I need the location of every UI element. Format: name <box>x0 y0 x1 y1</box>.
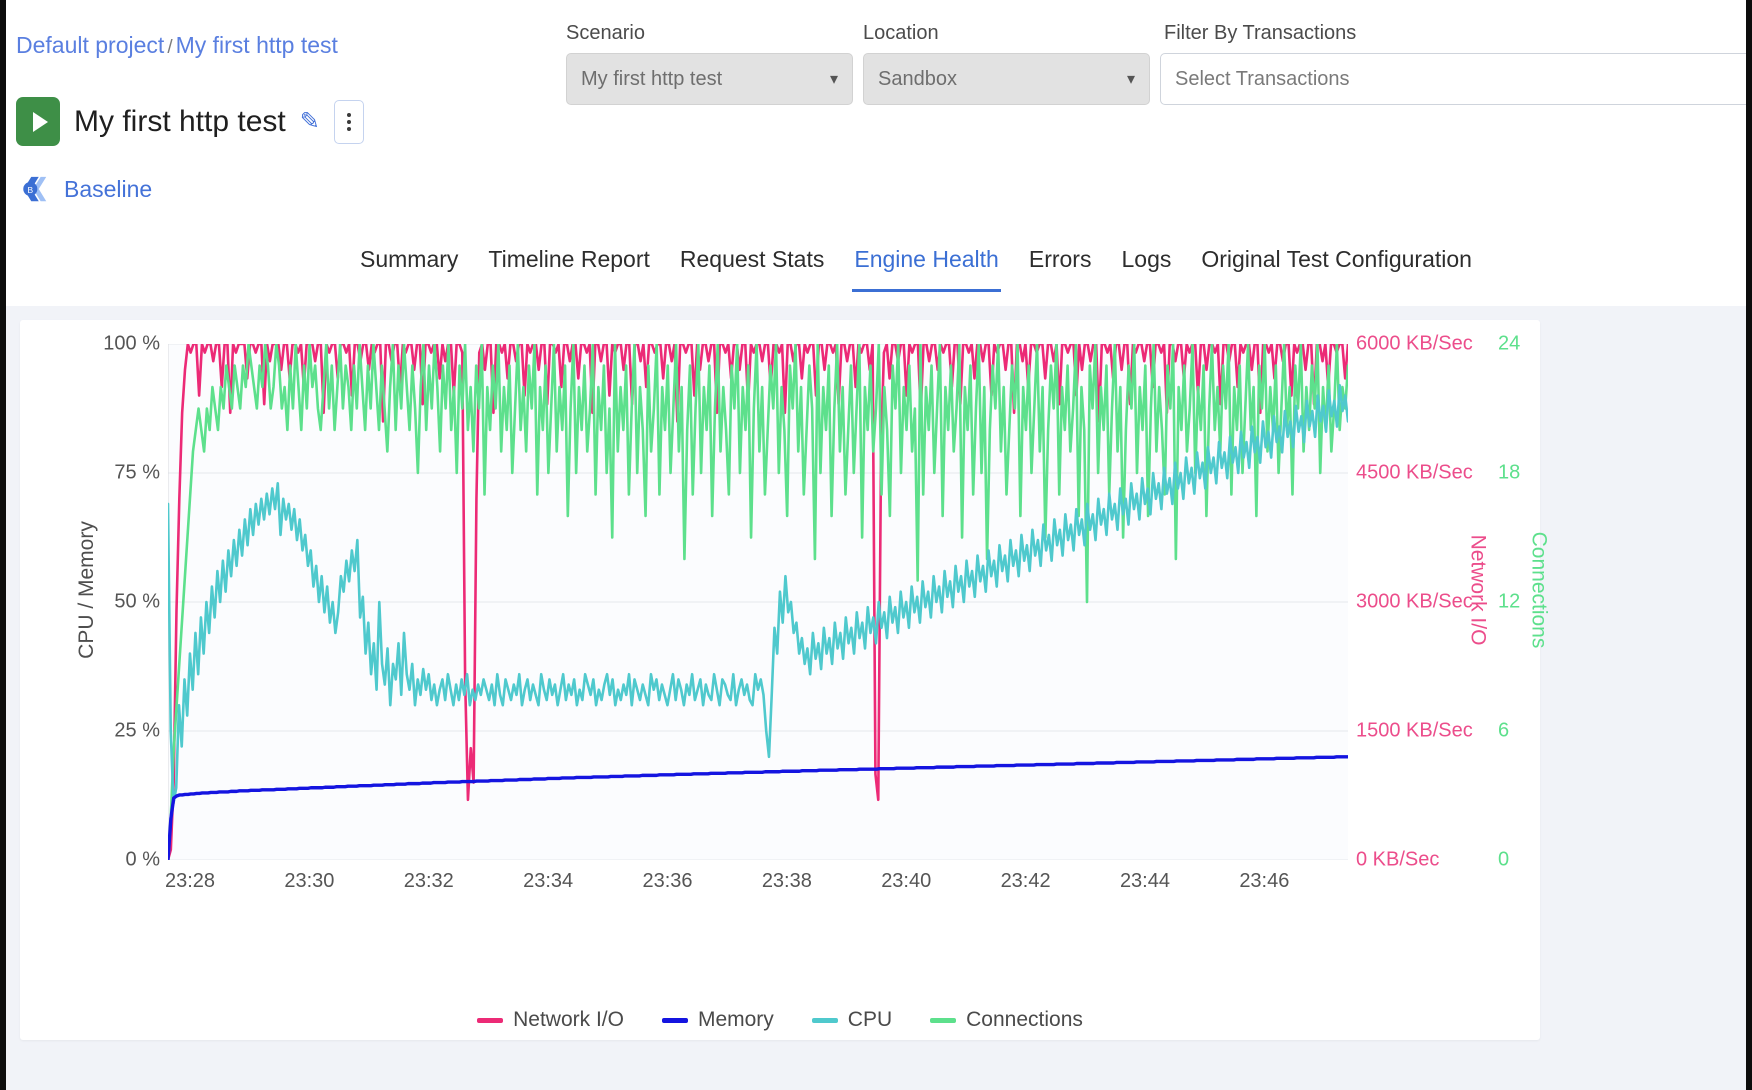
svg-text:B: B <box>28 185 34 195</box>
legend-swatch-icon <box>812 1018 838 1023</box>
baseline-badge-icon: B <box>20 174 50 204</box>
transactions-multiselect[interactable]: Select Transactions ▾ <box>1160 53 1752 105</box>
tab-original-test-configuration[interactable]: Original Test Configuration <box>1199 240 1474 289</box>
window-left-border <box>0 0 6 1090</box>
connections-axis-tick: 12 <box>1498 591 1520 614</box>
page-header: Default project/My first http test My fi… <box>6 0 1746 232</box>
x-axis-tick: 23:40 <box>881 870 931 893</box>
connections-axis-tick: 24 <box>1498 333 1520 356</box>
x-axis-tick: 23:32 <box>404 870 454 893</box>
legend-item-cpu[interactable]: CPU <box>812 1008 892 1032</box>
network-axis-title: Network I/O <box>1464 320 1490 860</box>
x-axis-tick: 23:28 <box>165 870 215 893</box>
legend-item-network-i-o[interactable]: Network I/O <box>477 1008 624 1032</box>
report-tabs: Summary Timeline Report Request Stats Engin… <box>6 240 1746 304</box>
tab-request-stats[interactable]: Request Stats <box>678 240 826 289</box>
x-axis-tick: 23:42 <box>1001 870 1051 893</box>
transactions-label: Filter By Transactions <box>1164 22 1752 45</box>
tab-errors[interactable]: Errors <box>1027 240 1094 289</box>
test-title-row: My first http test ✎ <box>16 97 364 146</box>
engine-health-panel: 0 % 25 % 50 % 75 % 100 % CPU / Memory 0 KB/S… <box>20 320 1540 1040</box>
pencil-icon[interactable]: ✎ <box>300 110 320 134</box>
x-axis-tick: 23:38 <box>762 870 812 893</box>
network-axis-title-text: Network I/O <box>1465 535 1489 646</box>
tab-logs[interactable]: Logs <box>1119 240 1173 289</box>
network-axis-tick: 4500 KB/Sec <box>1356 462 1473 485</box>
connections-axis-title-text: Connections <box>1526 532 1550 649</box>
legend-swatch-icon <box>930 1018 956 1023</box>
transactions-field: Filter By Transactions Select Transactio… <box>1160 22 1752 105</box>
chevron-down-icon: ▾ <box>1127 69 1135 89</box>
legend-label: CPU <box>848 1008 892 1032</box>
x-axis-tick: 23:36 <box>642 870 692 893</box>
network-axis-tick: 6000 KB/Sec <box>1356 333 1473 356</box>
report-content: 0 % 25 % 50 % 75 % 100 % CPU / Memory 0 KB/S… <box>6 306 1746 1090</box>
location-select[interactable]: Sandbox ▾ <box>863 53 1150 105</box>
scenario-label: Scenario <box>566 22 853 45</box>
chart-legend: Network I/O Memory CPU Connections <box>20 1008 1540 1032</box>
connections-axis-title: Connections <box>1525 320 1551 860</box>
breadcrumb-project-link[interactable]: Default project <box>16 32 164 58</box>
scenario-field: Scenario My first http test ▾ <box>566 22 853 105</box>
chevron-down-icon: ▾ <box>830 69 838 89</box>
x-axis-tick: 23:44 <box>1120 870 1170 893</box>
filter-controls: Scenario My first http test ▾ Location S… <box>566 22 1752 105</box>
legend-item-memory[interactable]: Memory <box>662 1008 774 1032</box>
run-test-button[interactable] <box>16 97 60 146</box>
scenario-select[interactable]: My first http test ▾ <box>566 53 853 105</box>
transactions-placeholder: Select Transactions <box>1175 68 1742 91</box>
breadcrumb: Default project/My first http test <box>16 32 338 59</box>
legend-label: Connections <box>966 1008 1083 1032</box>
tab-timeline-report[interactable]: Timeline Report <box>486 240 651 289</box>
page-title: My first http test <box>74 105 286 139</box>
location-value: Sandbox <box>878 68 1117 91</box>
location-field: Location Sandbox ▾ <box>863 22 1150 105</box>
left-axis-tick: 25 % <box>114 720 160 743</box>
tab-summary[interactable]: Summary <box>358 240 460 289</box>
x-axis-tick: 23:34 <box>523 870 573 893</box>
network-axis-tick: 0 KB/Sec <box>1356 849 1439 872</box>
x-axis-tick: 23:30 <box>284 870 334 893</box>
left-axis-tick: 50 % <box>114 591 160 614</box>
left-axis-tick: 0 % <box>126 849 160 872</box>
left-axis-tick: 75 % <box>114 462 160 485</box>
legend-label: Memory <box>698 1008 774 1032</box>
scenario-value: My first http test <box>581 68 820 91</box>
x-axis-ticks: 23:28 23:30 23:32 23:34 23:36 23:38 23:40 23:42… <box>168 866 1348 900</box>
baseline-row[interactable]: B Baseline <box>20 174 152 204</box>
engine-health-chart: 0 % 25 % 50 % 75 % 100 % CPU / Memory 0 KB/S… <box>20 320 1540 1040</box>
tab-engine-health[interactable]: Engine Health <box>852 240 1001 292</box>
connections-axis-tick: 0 <box>1498 849 1509 872</box>
x-axis-tick: 23:46 <box>1239 870 1289 893</box>
location-label: Location <box>863 22 1150 45</box>
breadcrumb-test-link[interactable]: My first http test <box>176 32 338 58</box>
left-axis-tick: 100 % <box>103 333 160 356</box>
play-icon <box>33 112 48 132</box>
baseline-label: Baseline <box>64 176 152 203</box>
network-axis-tick: 3000 KB/Sec <box>1356 591 1473 614</box>
legend-item-connections[interactable]: Connections <box>930 1008 1083 1032</box>
legend-swatch-icon <box>477 1018 503 1023</box>
legend-swatch-icon <box>662 1018 688 1023</box>
connections-axis-tick: 18 <box>1498 462 1520 485</box>
legend-label: Network I/O <box>513 1008 624 1032</box>
left-axis-title: CPU / Memory <box>72 320 102 860</box>
window-right-border <box>1746 0 1752 1090</box>
left-axis-title-text: CPU / Memory <box>75 521 99 659</box>
network-axis-tick: 1500 KB/Sec <box>1356 720 1473 743</box>
connections-axis-tick: 6 <box>1498 720 1509 743</box>
plot-area <box>168 344 1348 860</box>
breadcrumb-separator: / <box>164 37 175 58</box>
kebab-menu-icon[interactable] <box>334 100 364 144</box>
